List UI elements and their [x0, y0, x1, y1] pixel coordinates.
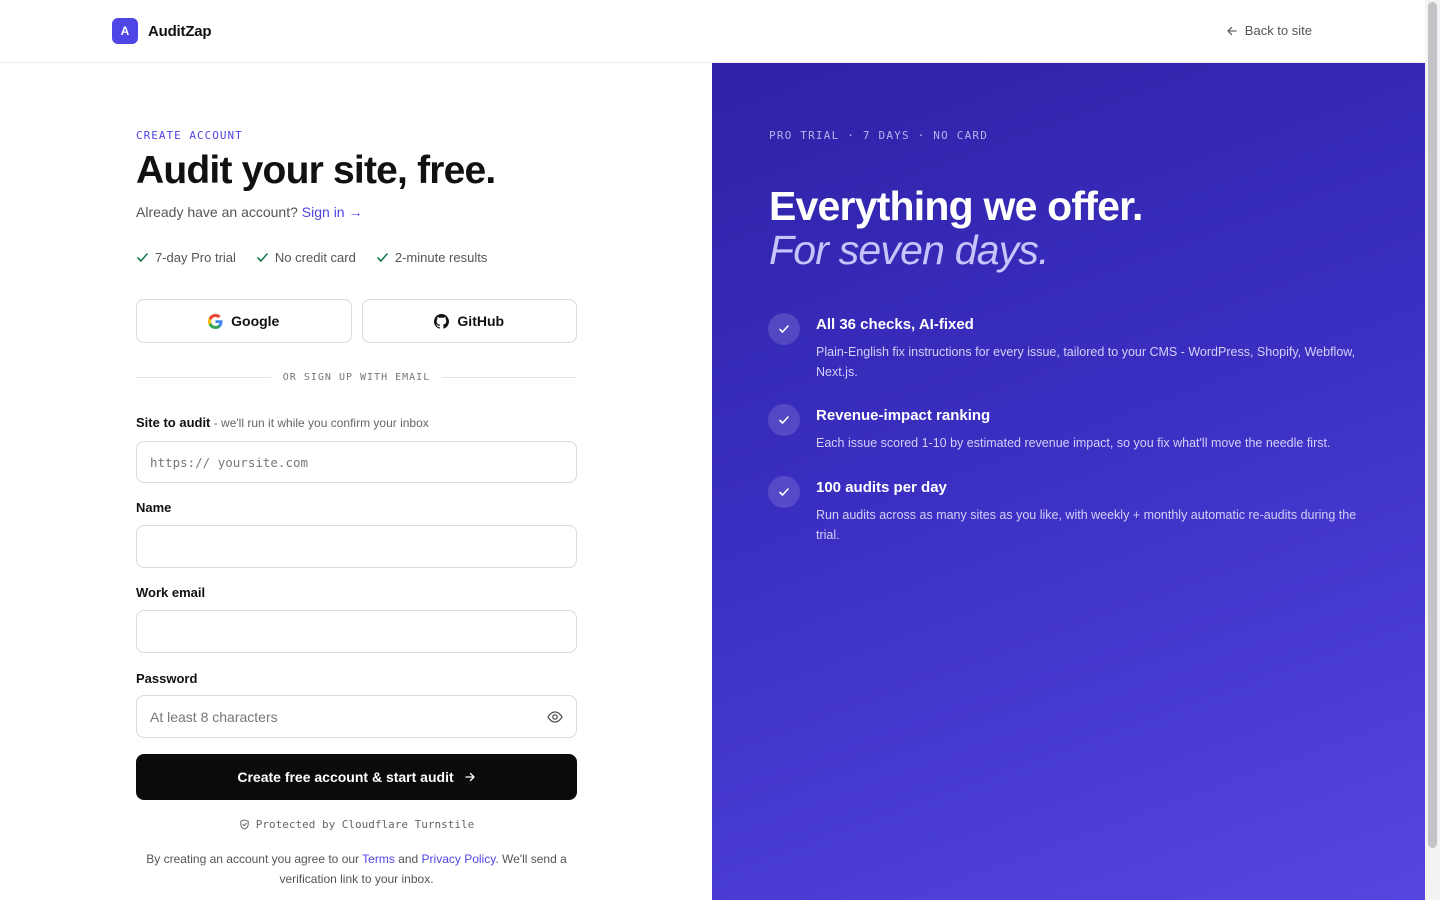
- scrollbar-thumb[interactable]: [1428, 2, 1437, 848]
- page-title: Audit your site, free.: [136, 149, 496, 192]
- feature-title: All 36 checks, AI-fixed: [816, 316, 974, 333]
- perks-list: 7-day Pro trial No credit card 2-minute …: [136, 250, 487, 265]
- page-scrollbar[interactable]: [1425, 0, 1440, 900]
- back-to-site-link[interactable]: Back to site: [1226, 23, 1312, 38]
- divider-line: [442, 377, 577, 378]
- pro-trial-panel: PRO TRIAL · 7 DAYS · NO CARD Everything …: [712, 63, 1425, 900]
- check-icon: [257, 253, 268, 262]
- google-signin-button[interactable]: Google: [136, 299, 352, 343]
- brand-logo-icon: A: [112, 18, 138, 44]
- perk-label: 7-day Pro trial: [155, 250, 236, 265]
- eye-icon[interactable]: [547, 709, 563, 725]
- feature-description: Run audits across as many sites as you l…: [816, 508, 1357, 542]
- shield-icon: [240, 819, 249, 830]
- site-url-input[interactable]: [136, 441, 577, 483]
- create-account-button[interactable]: Create free account & start audit: [136, 754, 577, 800]
- google-icon: [208, 313, 223, 329]
- divider-line: [136, 377, 271, 378]
- arrow-left-icon: [1227, 26, 1237, 35]
- check-icon: [377, 253, 388, 262]
- create-account-label: Create free account & start audit: [237, 769, 454, 785]
- feature-check-icon: [768, 313, 800, 345]
- panel-eyebrow: PRO TRIAL · 7 DAYS · NO CARD: [769, 129, 989, 142]
- feature-title: Revenue-impact ranking: [816, 407, 991, 424]
- feature-title: 100 audits per day: [816, 479, 947, 496]
- site-label: Site to audit - we'll run it while you c…: [136, 415, 429, 430]
- site-label-hint: - we'll run it while you confirm your in…: [210, 416, 429, 430]
- perk-item: 7-day Pro trial: [136, 250, 236, 265]
- divider-text: OR SIGN UP WITH EMAIL: [282, 372, 431, 383]
- perk-item: 2-minute results: [376, 250, 487, 265]
- signin-link[interactable]: Sign in →: [302, 204, 363, 220]
- legal-pre: By creating an account you agree to our: [146, 852, 363, 866]
- legal-and: and: [394, 852, 422, 866]
- site-label-text: Site to audit: [136, 415, 211, 430]
- form-eyebrow: CREATE ACCOUNT: [136, 129, 243, 142]
- feature-check-icon: [768, 404, 800, 436]
- arrow-right-icon: [464, 772, 475, 782]
- github-signin-button[interactable]: GitHub: [361, 299, 577, 343]
- google-label: Google: [231, 313, 280, 329]
- panel-subtitle: For seven days.: [769, 227, 1049, 273]
- turnstile-text: Protected by Cloudflare Turnstile: [255, 818, 475, 831]
- email-input[interactable]: [136, 610, 577, 653]
- perk-label: No credit card: [274, 250, 356, 265]
- terms-link[interactable]: Terms: [362, 852, 395, 866]
- back-to-site-label: Back to site: [1244, 23, 1312, 38]
- feature-description: Plain-English fix instructions for every…: [816, 345, 1356, 379]
- feature-check-icon: [768, 476, 800, 508]
- password-label: Password: [136, 671, 198, 686]
- privacy-policy-link[interactable]: Privacy Policy: [422, 852, 496, 866]
- legal-text: By creating an account you agree to our …: [136, 849, 577, 889]
- social-signin: Google GitHub: [136, 299, 577, 343]
- brand-name: AuditZap: [148, 22, 212, 40]
- panel-title: Everything we offer.: [769, 183, 1143, 229]
- check-icon: [137, 253, 148, 262]
- name-label: Name: [136, 500, 172, 515]
- name-input[interactable]: [136, 525, 577, 568]
- signin-prompt: Already have an account? Sign in →: [136, 204, 362, 220]
- password-input[interactable]: [136, 695, 577, 738]
- github-icon: [434, 313, 450, 329]
- turnstile-notice: Protected by Cloudflare Turnstile: [136, 818, 577, 831]
- email-divider: OR SIGN UP WITH EMAIL: [136, 372, 577, 383]
- perk-item: No credit card: [256, 250, 356, 265]
- perk-label: 2-minute results: [394, 250, 488, 265]
- email-label: Work email: [136, 585, 206, 600]
- feature-description: Each issue scored 1-10 by estimated reve…: [816, 436, 1331, 450]
- top-header: A AuditZap Back to site: [0, 0, 1425, 63]
- brand[interactable]: A AuditZap: [112, 18, 212, 44]
- signin-prompt-text: Already have an account?: [136, 204, 302, 220]
- github-label: GitHub: [457, 313, 505, 329]
